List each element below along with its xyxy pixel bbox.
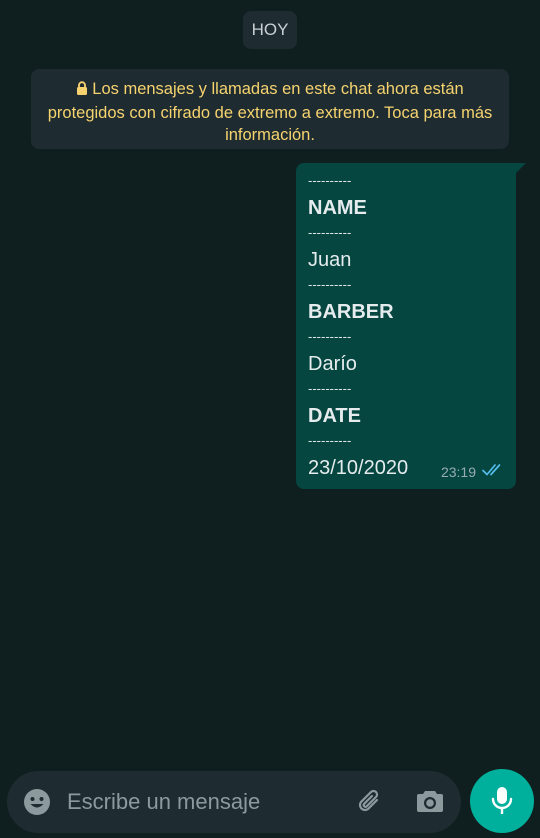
attach-icon[interactable] — [355, 787, 385, 822]
outgoing-message-bubble[interactable]: ---------- NAME ---------- Juan --------… — [296, 163, 526, 489]
mic-button[interactable] — [470, 769, 534, 833]
message-time: 23:19 — [440, 463, 476, 480]
emoji-icon[interactable] — [23, 788, 51, 821]
message-input[interactable] — [67, 786, 337, 818]
date-chip: HOY — [243, 11, 297, 49]
message-separator: ---------- — [308, 277, 352, 292]
message-separator: ---------- — [308, 225, 352, 240]
encryption-notice[interactable]: Los mensajes y llamadas en este chat aho… — [31, 69, 509, 149]
lock-icon — [76, 80, 88, 102]
message-composer — [7, 771, 461, 833]
message-separator: ---------- — [308, 433, 352, 448]
message-separator: ---------- — [308, 381, 352, 396]
mic-icon — [490, 785, 514, 822]
message-separator: ---------- — [308, 173, 352, 188]
encryption-notice-text: Los mensajes y llamadas en este chat aho… — [47, 80, 493, 144]
message-label-name: NAME — [308, 197, 367, 219]
message-label-date: DATE — [308, 405, 361, 427]
camera-icon[interactable] — [416, 788, 444, 819]
bubble-tail — [516, 163, 526, 173]
message-value-name: Juan — [308, 249, 352, 271]
message-label-barber: BARBER — [308, 301, 394, 323]
double-check-read-icon — [482, 463, 504, 480]
message-value-date: 23/10/2020 — [308, 457, 409, 479]
message-separator: ---------- — [308, 329, 352, 344]
message-value-barber: Darío — [308, 353, 357, 375]
message-meta: 23:19 — [441, 463, 504, 480]
